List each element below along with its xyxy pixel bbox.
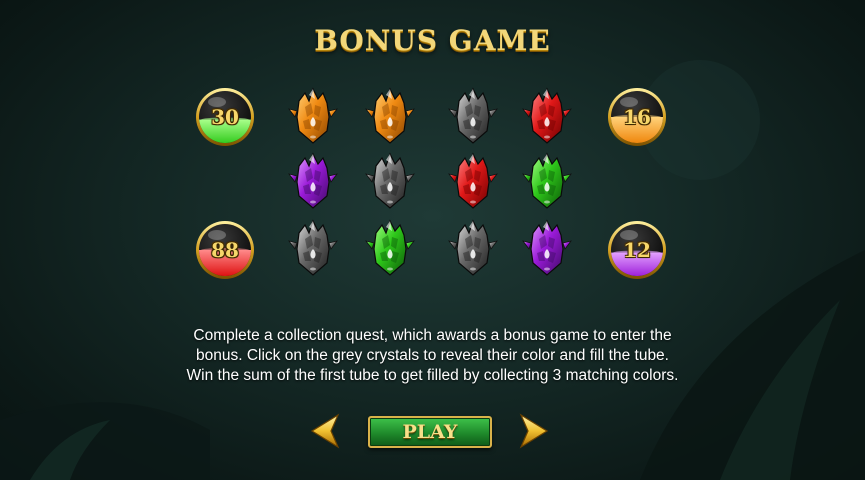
crystal-grey-hidden[interactable] [362, 152, 426, 216]
rules-description: Complete a collection quest, which award… [186, 327, 679, 384]
tube-value: 30 [211, 105, 239, 129]
crystal-red [445, 152, 509, 216]
crystal-green [519, 152, 583, 216]
arrow-left-icon[interactable] [306, 412, 342, 450]
tube-value: 88 [211, 238, 239, 262]
play-button[interactable]: PLAY [368, 416, 492, 448]
crystal-purple [519, 219, 583, 283]
tube-value: 12 [623, 238, 651, 262]
crystal-grey-hidden[interactable] [445, 219, 509, 283]
crystal-grid [0, 0, 865, 300]
crystal-orange [285, 87, 349, 151]
tube-top-right: 16 [606, 86, 668, 148]
arrow-right-icon[interactable] [517, 412, 553, 450]
crystal-purple [285, 152, 349, 216]
crystal-orange [362, 87, 426, 151]
tube-top-left: 30 [194, 86, 256, 148]
tube-bottom-left: 88 [194, 219, 256, 281]
crystal-grey-hidden[interactable] [285, 219, 349, 283]
crystal-green [362, 219, 426, 283]
crystal-red [519, 87, 583, 151]
tube-value: 16 [623, 105, 651, 129]
crystal-grey-hidden[interactable] [445, 87, 509, 151]
tube-bottom-right: 12 [606, 219, 668, 281]
